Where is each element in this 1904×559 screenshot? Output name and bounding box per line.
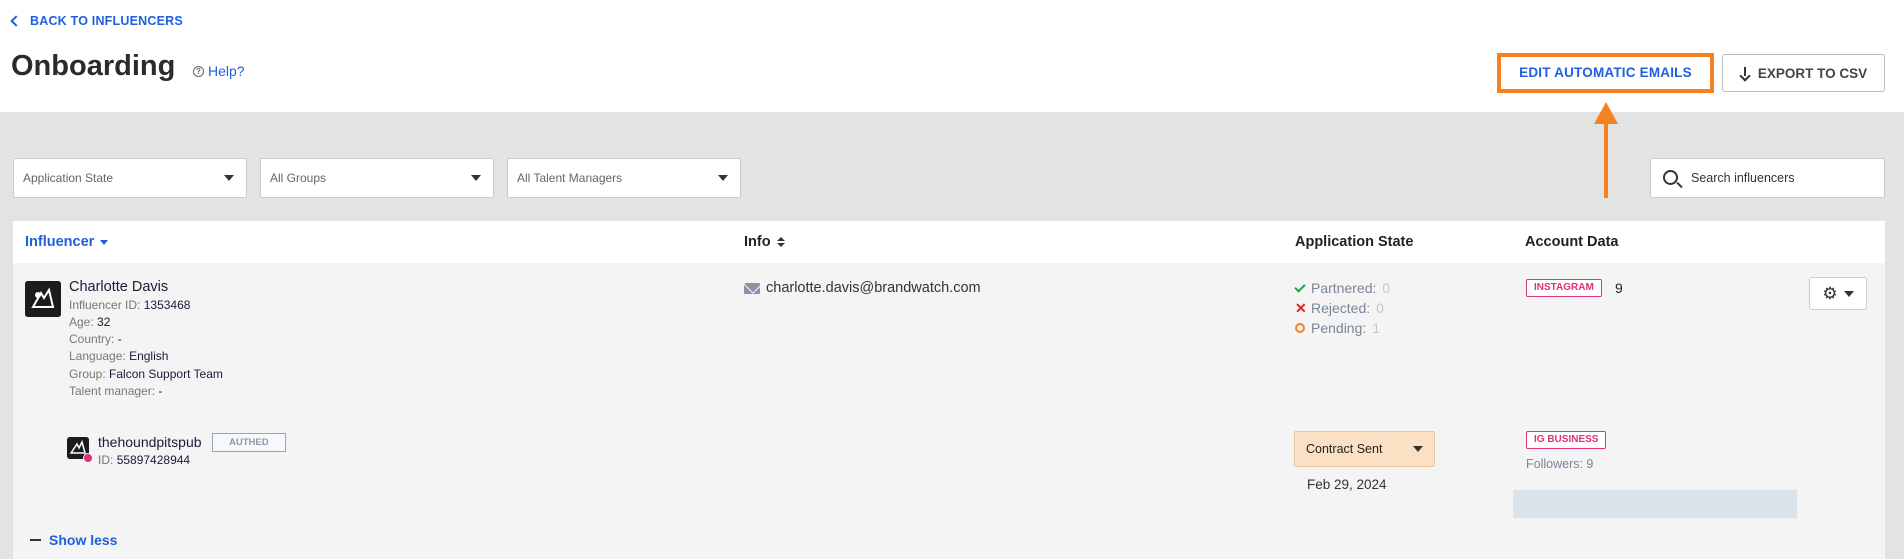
show-less-button[interactable]: Show less: [30, 532, 117, 548]
sub-account-id: ID: 55897428944: [98, 453, 191, 467]
influencer-name[interactable]: Charlotte Davis: [69, 279, 168, 295]
contract-date: Feb 29, 2024: [1307, 477, 1387, 492]
logo-icon: [25, 281, 61, 317]
ig-business-badge: IG BUSINESS: [1526, 431, 1607, 449]
application-state-filter[interactable]: Application State: [13, 158, 247, 198]
account-value: 9: [1615, 280, 1623, 296]
back-to-influencers-link[interactable]: BACK TO INFLUENCERS: [10, 14, 183, 28]
influencer-table: Influencer Info Application State Accoun…: [13, 221, 1885, 559]
caret-down-icon: [471, 175, 481, 181]
gear-icon: ⚙: [1822, 284, 1838, 303]
sort-icon: [776, 237, 785, 247]
back-label: BACK TO INFLUENCERS: [30, 14, 183, 28]
talent-managers-filter-label: All Talent Managers: [517, 171, 623, 185]
caret-down-icon: [1413, 446, 1423, 452]
influencer-age: Age: 32: [69, 315, 111, 329]
influencer-email: charlotte.davis@brandwatch.com: [744, 280, 981, 296]
search-input[interactable]: Search influencers: [1650, 158, 1885, 198]
question-icon: ?: [193, 65, 204, 77]
talent-managers-filter[interactable]: All Talent Managers: [507, 158, 741, 198]
influencer-country: Country: -: [69, 332, 122, 346]
mail-icon: [744, 282, 760, 294]
sort-desc-icon: [100, 239, 109, 245]
search-placeholder: Search influencers: [1691, 171, 1795, 185]
followers-count: Followers: 9: [1526, 457, 1594, 471]
loading-placeholder: [1513, 490, 1797, 518]
minus-icon: [30, 539, 41, 541]
instagram-dot-icon: [83, 453, 93, 463]
groups-filter[interactable]: All Groups: [260, 158, 494, 198]
help-link[interactable]: ? Help?: [193, 63, 245, 79]
caret-down-icon: [1843, 290, 1854, 297]
export-to-csv-button[interactable]: EXPORT TO CSV: [1722, 54, 1885, 92]
x-icon: ✕: [1295, 300, 1307, 316]
table-header: Influencer Info Application State Accoun…: [13, 221, 1885, 263]
state-partnered: Partnered: 0: [1294, 280, 1390, 296]
sub-account-handle[interactable]: thehoundpitspub: [98, 434, 202, 450]
column-header-influencer[interactable]: Influencer: [25, 234, 109, 250]
influencer-id: Influencer ID: 1353468: [69, 298, 191, 312]
influencer-talent-manager: Talent manager: -: [69, 384, 163, 398]
influencer-group: Group: Falcon Support Team: [69, 367, 223, 381]
caret-down-icon: [224, 175, 234, 181]
state-pending: Pending: 1: [1295, 320, 1380, 336]
annotation-arrow-icon: [1594, 102, 1618, 198]
page-title: Onboarding: [11, 50, 176, 82]
circle-icon: [1295, 323, 1305, 333]
influencer-language: Language: English: [69, 349, 169, 363]
chevron-left-icon: [10, 15, 22, 27]
download-icon: [1740, 67, 1750, 79]
contract-state-dropdown[interactable]: Contract Sent: [1294, 431, 1435, 467]
export-label: EXPORT TO CSV: [1757, 65, 1868, 81]
column-header-application-state: Application State: [1295, 234, 1414, 250]
instagram-badge: INSTAGRAM: [1526, 279, 1602, 297]
groups-filter-label: All Groups: [270, 171, 327, 185]
edit-automatic-emails-button[interactable]: EDIT AUTOMATIC EMAILS: [1497, 53, 1714, 93]
search-icon: [1663, 170, 1678, 185]
application-state-filter-label: Application State: [23, 171, 114, 185]
column-header-info[interactable]: Info: [744, 234, 785, 250]
caret-down-icon: [718, 175, 728, 181]
avatar: [25, 281, 61, 317]
check-icon: [1294, 280, 1306, 293]
page-header: BACK TO INFLUENCERS Onboarding ? Help? E…: [0, 0, 1904, 112]
help-label: Help?: [208, 63, 245, 79]
row-settings-button[interactable]: ⚙: [1809, 277, 1867, 310]
state-rejected: ✕ Rejected: 0: [1295, 300, 1384, 316]
authed-badge: AUTHED: [212, 433, 286, 452]
column-header-account-data: Account Data: [1525, 234, 1619, 250]
